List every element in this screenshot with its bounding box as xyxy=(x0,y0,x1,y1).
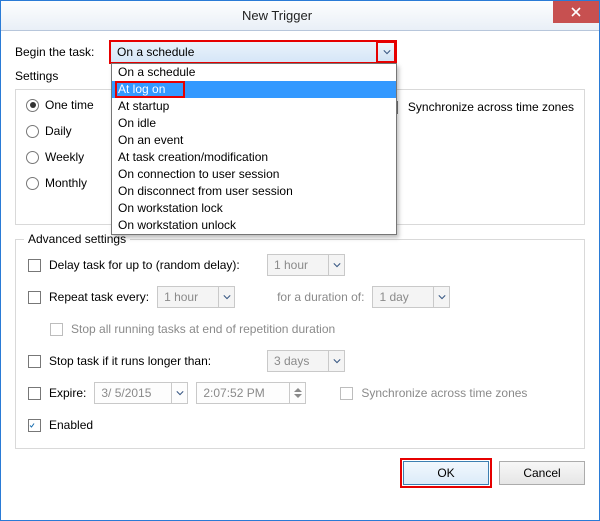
stop-all-checkbox xyxy=(50,323,63,336)
expire-date-field[interactable]: 3/ 5/2015 xyxy=(94,382,188,404)
calendar-dropdown-icon xyxy=(171,383,187,403)
chevron-down-icon xyxy=(328,255,344,275)
spinner-icon xyxy=(289,383,305,403)
chevron-down-icon xyxy=(433,287,449,307)
repeat-checkbox[interactable] xyxy=(28,291,41,304)
ok-button[interactable]: OK xyxy=(403,461,489,485)
stop-longer-value: 3 days xyxy=(274,354,309,368)
cancel-button[interactable]: Cancel xyxy=(499,461,585,485)
enabled-checkbox[interactable] xyxy=(28,419,41,432)
radio-weekly[interactable]: Weekly xyxy=(26,150,116,164)
enabled-label: Enabled xyxy=(49,418,93,432)
dropdown-item[interactable]: On idle xyxy=(112,115,396,132)
radio-one-time[interactable]: One time xyxy=(26,98,116,112)
radio-label: One time xyxy=(45,98,94,112)
repeat-label: Repeat task every: xyxy=(49,290,149,304)
radio-icon xyxy=(26,151,39,164)
close-icon xyxy=(571,7,581,17)
stop-longer-checkbox[interactable] xyxy=(28,355,41,368)
button-label: OK xyxy=(437,466,454,480)
chevron-down-icon xyxy=(328,351,344,371)
expire-time-value: 2:07:52 PM xyxy=(203,386,264,400)
window-title: New Trigger xyxy=(1,8,553,23)
chevron-down-icon xyxy=(218,287,234,307)
radio-icon xyxy=(26,99,39,112)
duration-label: for a duration of: xyxy=(277,290,364,304)
repeat-value: 1 hour xyxy=(164,290,198,304)
begin-task-selected: On a schedule xyxy=(117,45,194,59)
delay-label: Delay task for up to (random delay): xyxy=(49,258,259,272)
dropdown-item[interactable]: At task creation/modification xyxy=(112,149,396,166)
expire-label: Expire: xyxy=(49,386,86,400)
dropdown-item[interactable]: At log on xyxy=(112,81,396,98)
expire-checkbox[interactable] xyxy=(28,387,41,400)
begin-task-label: Begin the task: xyxy=(15,45,110,59)
advanced-settings-frame: Advanced settings Delay task for up to (… xyxy=(15,239,585,449)
radio-monthly[interactable]: Monthly xyxy=(26,176,116,190)
stop-longer-label: Stop task if it runs longer than: xyxy=(49,354,259,368)
delay-checkbox[interactable] xyxy=(28,259,41,272)
radio-daily[interactable]: Daily xyxy=(26,124,116,138)
stop-all-label: Stop all running tasks at end of repetit… xyxy=(71,322,335,336)
expire-time-field[interactable]: 2:07:52 PM xyxy=(196,382,306,404)
begin-task-combo-button[interactable] xyxy=(377,42,395,62)
dropdown-item[interactable]: On an event xyxy=(112,132,396,149)
delay-value: 1 hour xyxy=(274,258,308,272)
dropdown-item[interactable]: On disconnect from user session xyxy=(112,183,396,200)
settings-label: Settings xyxy=(15,69,110,83)
title-bar: New Trigger xyxy=(1,1,599,31)
begin-task-dropdown[interactable]: On a schedule At log on At startup On id… xyxy=(111,63,397,235)
radio-label: Weekly xyxy=(45,150,84,164)
begin-task-combo[interactable]: On a schedule On a schedule At log on At… xyxy=(110,41,396,63)
dialog-footer: OK Cancel xyxy=(1,455,599,497)
radio-label: Monthly xyxy=(45,176,87,190)
dropdown-item[interactable]: On connection to user session xyxy=(112,166,396,183)
button-label: Cancel xyxy=(523,466,560,480)
radio-icon xyxy=(26,177,39,190)
expire-date-value: 3/ 5/2015 xyxy=(101,386,151,400)
duration-value-combo[interactable]: 1 day xyxy=(372,286,450,308)
delay-value-combo[interactable]: 1 hour xyxy=(267,254,345,276)
radio-icon xyxy=(26,125,39,138)
stop-longer-combo[interactable]: 3 days xyxy=(267,350,345,372)
dropdown-item[interactable]: On a schedule xyxy=(112,64,396,81)
expire-sync-tz-label: Synchronize across time zones xyxy=(361,386,527,400)
dropdown-item[interactable]: At startup xyxy=(112,98,396,115)
chevron-down-icon xyxy=(383,48,391,56)
dropdown-item[interactable]: On workstation unlock xyxy=(112,217,396,234)
duration-value: 1 day xyxy=(379,290,408,304)
radio-label: Daily xyxy=(45,124,72,138)
dropdown-item[interactable]: On workstation lock xyxy=(112,200,396,217)
repeat-value-combo[interactable]: 1 hour xyxy=(157,286,235,308)
expire-sync-tz-checkbox xyxy=(340,387,353,400)
close-button[interactable] xyxy=(553,1,599,23)
sync-tz-label: Synchronize across time zones xyxy=(408,100,574,114)
check-icon xyxy=(29,420,35,431)
